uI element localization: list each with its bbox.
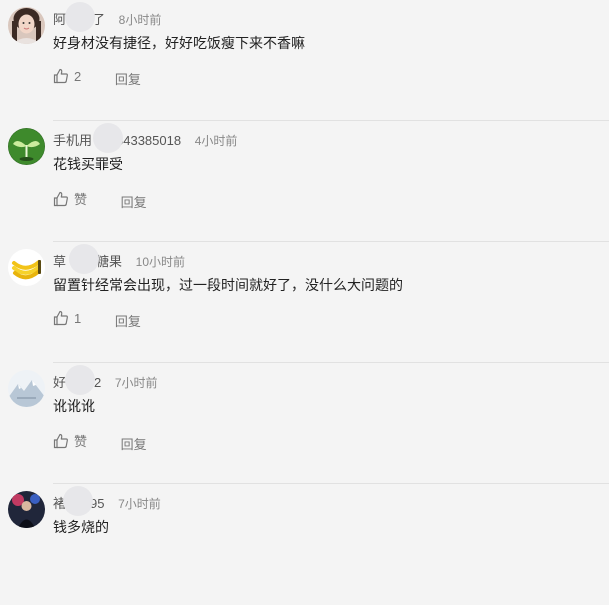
comment-header: 褚 95 7小时前 [53, 486, 161, 516]
like-button[interactable]: 2 [53, 68, 81, 84]
username[interactable]: 阿了 [53, 2, 105, 32]
comment-time: 10小时前 [135, 255, 186, 269]
comment-text: 讹讹讹 [53, 398, 95, 414]
woman-portrait-avatar[interactable] [8, 7, 45, 44]
username-start: 手机用 [53, 133, 93, 148]
username-blur-mask [63, 486, 93, 516]
username-end: 糖果 [96, 254, 123, 269]
comment-actions: 赞 回复 [53, 431, 147, 452]
comment-item: 好2 7小时前 讹讹讹 赞 回复 [0, 363, 609, 484]
username-end: 2 [94, 375, 102, 390]
snowy-mountain-avatar[interactable] [8, 370, 45, 407]
comment-text: 钱多烧的 [53, 519, 109, 535]
comment-text: 留置针经常会出现，过一段时间就好了，没什么大问题的 [53, 277, 403, 293]
username-start: 阿 [53, 12, 67, 27]
thumbs-up-icon [53, 433, 68, 448]
thumbs-up-icon [53, 68, 68, 84]
username[interactable]: 褚 95 [53, 486, 104, 516]
username-blur-mask [65, 2, 95, 32]
like-count: 1 [74, 310, 82, 326]
comment-item: 褚 95 7小时前 钱多烧的 [0, 484, 609, 605]
comment-header: 手机用 543385018 4小时前 [53, 123, 238, 153]
reply-button[interactable]: 回复 [115, 311, 141, 330]
username-start: 草 [53, 254, 67, 269]
username[interactable]: 手机用 543385018 [53, 123, 182, 153]
username-blur-mask [65, 365, 95, 395]
username-blur-mask [93, 123, 123, 153]
comment-time: 8小时前 [118, 13, 162, 27]
thumbs-up-icon [53, 191, 68, 206]
like-button[interactable]: 赞 [53, 431, 87, 450]
comment-time: 7小时前 [114, 376, 158, 390]
green-sprout-avatar[interactable] [8, 128, 45, 165]
like-button[interactable]: 赞 [53, 189, 87, 208]
dark-figure-avatar[interactable] [8, 491, 45, 528]
comment-actions: 2 回复 [53, 68, 141, 88]
comment-time: 4小时前 [194, 134, 238, 148]
username[interactable]: 好2 [53, 365, 102, 395]
reply-button[interactable]: 回复 [121, 434, 147, 453]
like-count: 2 [74, 68, 82, 84]
comment-text: 花钱买罪受 [53, 156, 123, 172]
like-button[interactable]: 1 [53, 310, 81, 326]
reply-button[interactable]: 回复 [115, 69, 141, 88]
comment-actions: 赞 回复 [53, 189, 147, 210]
comment-header: 草 糖果 10小时前 [53, 244, 186, 274]
banana-avatar[interactable] [8, 249, 45, 286]
username-end: 543385018 [116, 133, 182, 148]
thumbs-up-icon [53, 310, 68, 326]
comment-header: 阿了 8小时前 [53, 2, 162, 32]
like-label: 赞 [74, 192, 88, 207]
comment-text: 好身材没有捷径，好好吃饭瘦下来不香嘛 [53, 35, 305, 51]
comment-item: 阿了 8小时前 好身材没有捷径，好好吃饭瘦下来不香嘛 2 回复 [0, 0, 609, 121]
like-label: 赞 [74, 434, 88, 449]
comment-item: 草 糖果 10小时前 留置针经常会出现，过一段时间就好了，没什么大问题的 1 回复 [0, 242, 609, 363]
username[interactable]: 草 糖果 [53, 244, 123, 274]
comment-time: 7小时前 [118, 497, 161, 511]
comment-item: 手机用 543385018 4小时前 花钱买罪受 赞 回复 [0, 121, 609, 242]
reply-button[interactable]: 回复 [121, 192, 147, 211]
comment-actions: 1 回复 [53, 310, 141, 330]
username-start: 好 [53, 375, 67, 390]
username-blur-mask [69, 244, 99, 274]
comment-header: 好2 7小时前 [53, 365, 158, 395]
